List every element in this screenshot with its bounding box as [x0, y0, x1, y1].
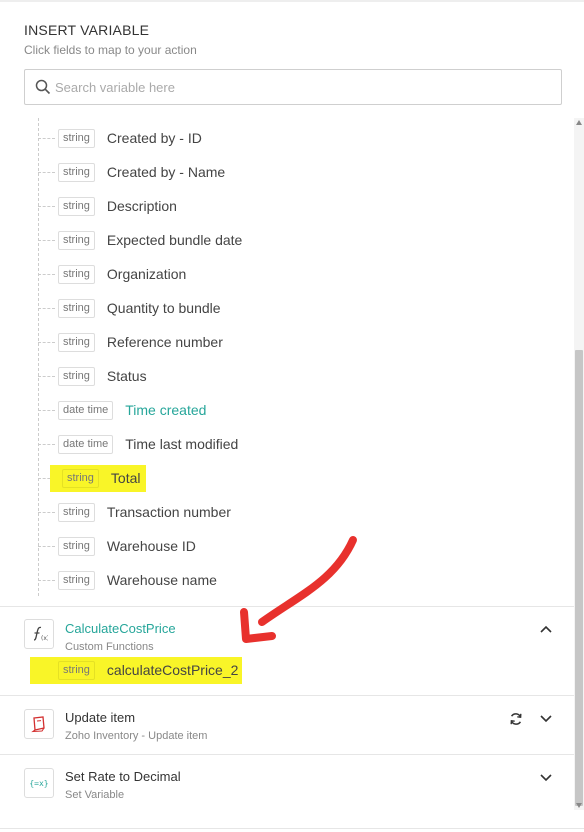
annotation-arrow: [240, 536, 357, 643]
bottom-border: [0, 828, 584, 829]
